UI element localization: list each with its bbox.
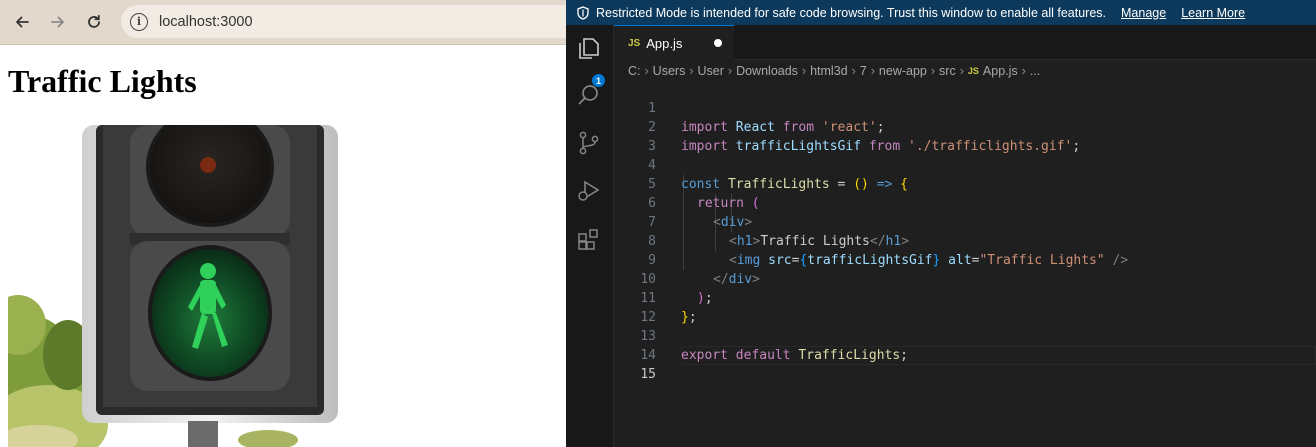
breadcrumb-item[interactable]: User xyxy=(698,64,724,78)
code-line: 8 <img src={trafficLightsGif} alt="Traff… xyxy=(614,213,1316,268)
tab-label: App.js xyxy=(646,35,683,51)
reload-icon xyxy=(88,14,100,28)
vscode-window: Restricted Mode is intended for safe cod… xyxy=(566,0,1316,447)
tab-app-js[interactable]: JS App.js xyxy=(614,25,734,60)
activity-bar: 1 xyxy=(566,25,614,447)
site-info-icon[interactable]: i xyxy=(130,12,148,31)
extensions-icon[interactable] xyxy=(576,226,602,252)
traffic-light-image xyxy=(8,125,340,447)
unsaved-dot-icon[interactable] xyxy=(714,39,722,47)
shield-icon xyxy=(577,5,589,20)
breadcrumb-item[interactable]: new-app xyxy=(879,64,927,78)
chevron-right-icon: › xyxy=(1021,64,1026,78)
breadcrumb-item[interactable]: Downloads xyxy=(736,64,798,78)
reload-button[interactable] xyxy=(80,8,108,36)
browser-toolbar: i localhost:3000 xyxy=(0,0,566,45)
code-line: 6 <div> xyxy=(614,175,1316,230)
breadcrumb-item[interactable]: src xyxy=(939,64,956,78)
code-line: 13 export default TrafficLights; xyxy=(614,308,1316,363)
code-line: 10 ); xyxy=(614,251,1316,306)
code-line: 4 const TrafficLights = () => { xyxy=(614,137,1316,192)
arrow-right-icon xyxy=(51,16,64,28)
breadcrumb-file[interactable]: App.js xyxy=(983,64,1018,78)
breadcrumb-item[interactable]: C: xyxy=(628,64,641,78)
code-line: 2 import trafficLightsGif from './traffi… xyxy=(614,99,1316,154)
page-heading: Traffic Lights xyxy=(8,63,197,99)
chevron-right-icon: › xyxy=(644,64,649,78)
search-icon[interactable] xyxy=(576,82,602,108)
chevron-right-icon: › xyxy=(689,64,694,78)
breadcrumb-item[interactable]: Users xyxy=(653,64,686,78)
arrow-left-icon xyxy=(16,16,29,28)
chevron-right-icon: › xyxy=(930,64,936,78)
chevron-right-icon: › xyxy=(851,64,856,78)
address-bar[interactable]: i localhost:3000 xyxy=(121,5,566,38)
explorer-icon[interactable] xyxy=(576,35,602,61)
breadcrumb-ellipsis[interactable]: ... xyxy=(1030,64,1040,78)
url-text[interactable]: localhost:3000 xyxy=(159,14,253,30)
breadcrumb-item[interactable]: html3d xyxy=(810,64,848,78)
code-line: 1 import React from 'react'; xyxy=(614,80,1316,135)
code-line: 3 xyxy=(614,118,1316,154)
code-line: 14 xyxy=(614,327,1316,363)
chevron-right-icon: › xyxy=(959,64,964,78)
restricted-mode-banner: Restricted Mode is intended for safe cod… xyxy=(566,0,1316,25)
code-line: 7 <h1>Traffic Lights</h1> xyxy=(614,194,1316,249)
chevron-right-icon: › xyxy=(870,64,875,78)
learn-more-link[interactable]: Learn More xyxy=(1181,6,1245,20)
manage-link[interactable]: Manage xyxy=(1121,6,1166,20)
chevron-right-icon: › xyxy=(801,64,807,78)
banner-message: Restricted Mode is intended for safe cod… xyxy=(596,5,1106,20)
code-editor[interactable]: 1 import React from 'react'; 2 import tr… xyxy=(614,80,1316,447)
code-line: 5 return ( xyxy=(614,156,1316,211)
run-debug-icon[interactable] xyxy=(576,177,602,203)
code-line: 15 xyxy=(614,346,1316,382)
line-number: 15 xyxy=(640,367,656,382)
js-file-icon: JS xyxy=(628,37,641,49)
forward-button[interactable] xyxy=(44,8,72,36)
code-line: 11 }; xyxy=(614,270,1316,325)
back-button[interactable] xyxy=(8,8,36,36)
editor-tabs: JS App.js xyxy=(614,25,1316,60)
breadcrumb-item[interactable]: 7 xyxy=(860,64,867,78)
source-control-icon[interactable] xyxy=(576,130,602,156)
chevron-right-icon: › xyxy=(727,64,733,78)
browser-window: i localhost:3000 Traffic Lights xyxy=(0,0,566,447)
breadcrumb: C: › Users › User › Downloads › html3d ›… xyxy=(628,62,1040,80)
js-file-icon: JS xyxy=(967,66,979,76)
code-line: 12 xyxy=(614,289,1316,325)
code-line: 9 </div> xyxy=(614,232,1316,287)
